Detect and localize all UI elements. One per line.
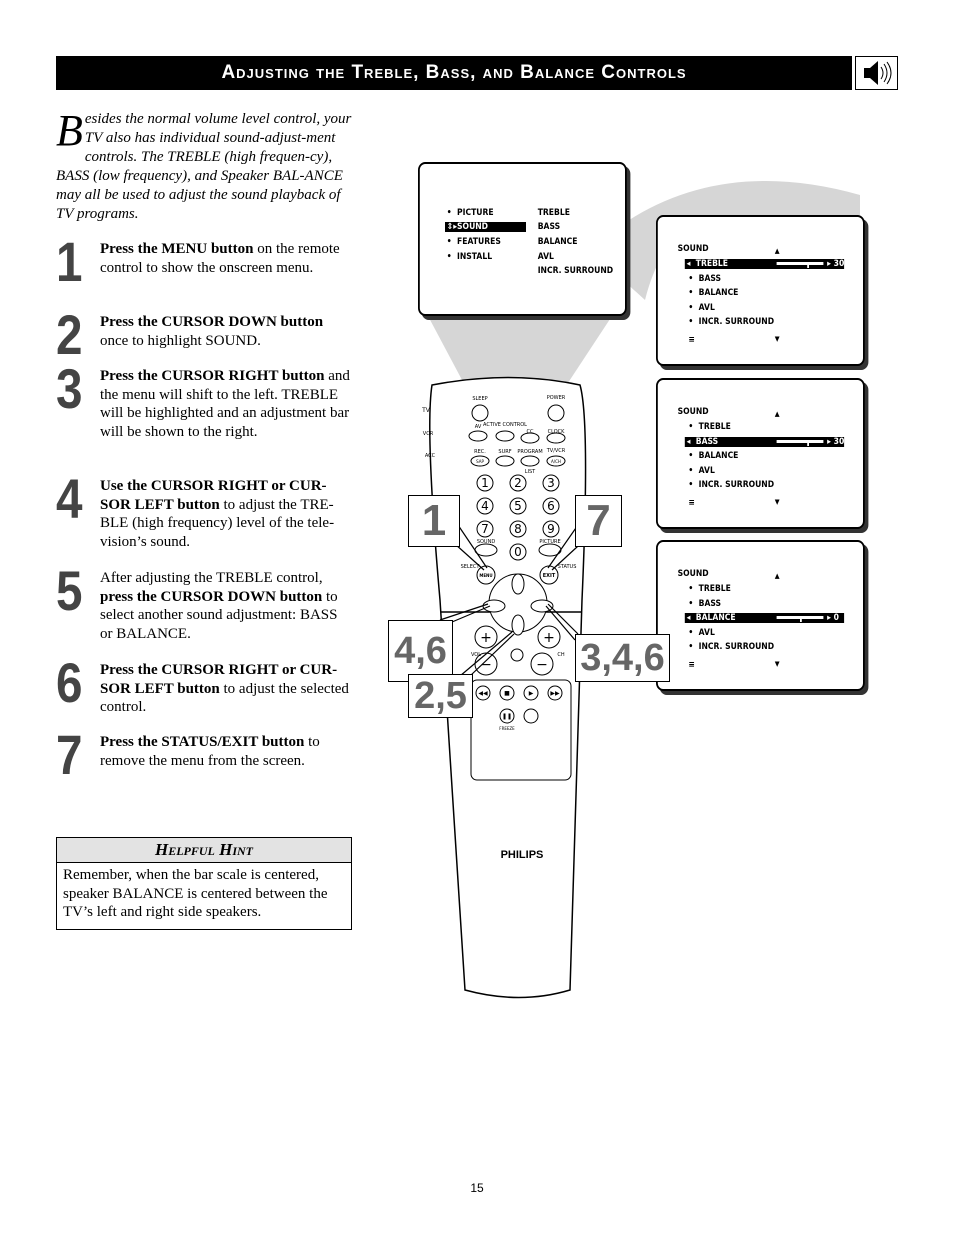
- svg-text:■: ■: [504, 690, 510, 697]
- svg-text:POWER: POWER: [547, 395, 566, 401]
- digit-label: 7: [481, 522, 489, 536]
- cc-button[interactable]: [520, 432, 540, 444]
- svg-text:PROGRAM: PROGRAM: [517, 449, 542, 455]
- mute-button[interactable]: [510, 648, 524, 662]
- cursor-up-button[interactable]: [511, 573, 525, 595]
- digit-label: 6: [547, 499, 555, 513]
- svg-text:−: −: [536, 657, 548, 673]
- cursor-down-button[interactable]: [511, 614, 525, 636]
- svg-text:REC.: REC.: [474, 449, 486, 455]
- digit-label: 8: [514, 522, 522, 536]
- digit-label: 2: [514, 476, 522, 490]
- callout-steps-2-5: 2,5: [408, 674, 473, 718]
- power-button[interactable]: [547, 404, 565, 422]
- svg-text:SLEEP: SLEEP: [472, 396, 487, 402]
- digit-label: 5: [514, 499, 522, 513]
- svg-text:AV: AV: [475, 424, 482, 430]
- digit-label: 3: [547, 476, 555, 490]
- callout-steps-4-6: 4,6: [388, 620, 453, 682]
- svg-text:▶: ▶: [529, 690, 534, 697]
- svg-text:MENU: MENU: [479, 573, 492, 578]
- sleep-button[interactable]: [471, 404, 489, 422]
- active-control-button[interactable]: [495, 430, 515, 442]
- svg-text:LIST: LIST: [525, 469, 536, 475]
- svg-text:EXIT: EXIT: [543, 573, 556, 579]
- callout-step-7: 7: [575, 495, 622, 547]
- digit-label: 9: [547, 522, 555, 536]
- av-button[interactable]: [468, 430, 488, 442]
- svg-text:SELECT: SELECT: [461, 564, 481, 570]
- page-number: 15: [470, 1181, 484, 1195]
- clock-button[interactable]: [546, 432, 566, 444]
- record-button[interactable]: [523, 708, 539, 724]
- svg-text:VOL: VOL: [471, 652, 481, 658]
- remote-control: TV VCR ACC SLEEP POWER AV ACTIVE CONTROL…: [421, 376, 591, 999]
- svg-text:FREEZE: FREEZE: [499, 726, 515, 731]
- cursor-left-button[interactable]: [482, 599, 506, 613]
- svg-text:A/CH: A/CH: [551, 459, 561, 464]
- svg-text:CH: CH: [557, 652, 564, 658]
- mode-vcr: VCR: [423, 431, 434, 437]
- digit-label: 4: [481, 499, 489, 513]
- digit-label: 0: [514, 545, 522, 559]
- svg-text:STATUS: STATUS: [558, 564, 577, 570]
- callout-step-1: 1: [408, 495, 460, 547]
- svg-text:+: +: [480, 630, 492, 646]
- program-list-button[interactable]: [520, 455, 540, 467]
- svg-text:▶▶: ▶▶: [550, 690, 560, 697]
- svg-text:SAP: SAP: [476, 459, 484, 464]
- svg-text:◀◀: ◀◀: [478, 690, 488, 697]
- svg-text:TV/VCR: TV/VCR: [546, 448, 566, 454]
- callout-steps-3-4-6: 3,4,6: [575, 634, 670, 682]
- svg-text:+: +: [543, 630, 555, 646]
- digit-label: 1: [481, 476, 489, 490]
- philips-logo: PHILIPS: [501, 849, 544, 861]
- svg-text:ACTIVE CONTROL: ACTIVE CONTROL: [483, 422, 527, 428]
- mode-acc: ACC: [425, 453, 436, 459]
- mode-tv: TV: [421, 407, 431, 414]
- surf-button[interactable]: [495, 455, 515, 467]
- svg-text:❚❚: ❚❚: [502, 713, 512, 720]
- svg-text:SURF: SURF: [498, 449, 511, 455]
